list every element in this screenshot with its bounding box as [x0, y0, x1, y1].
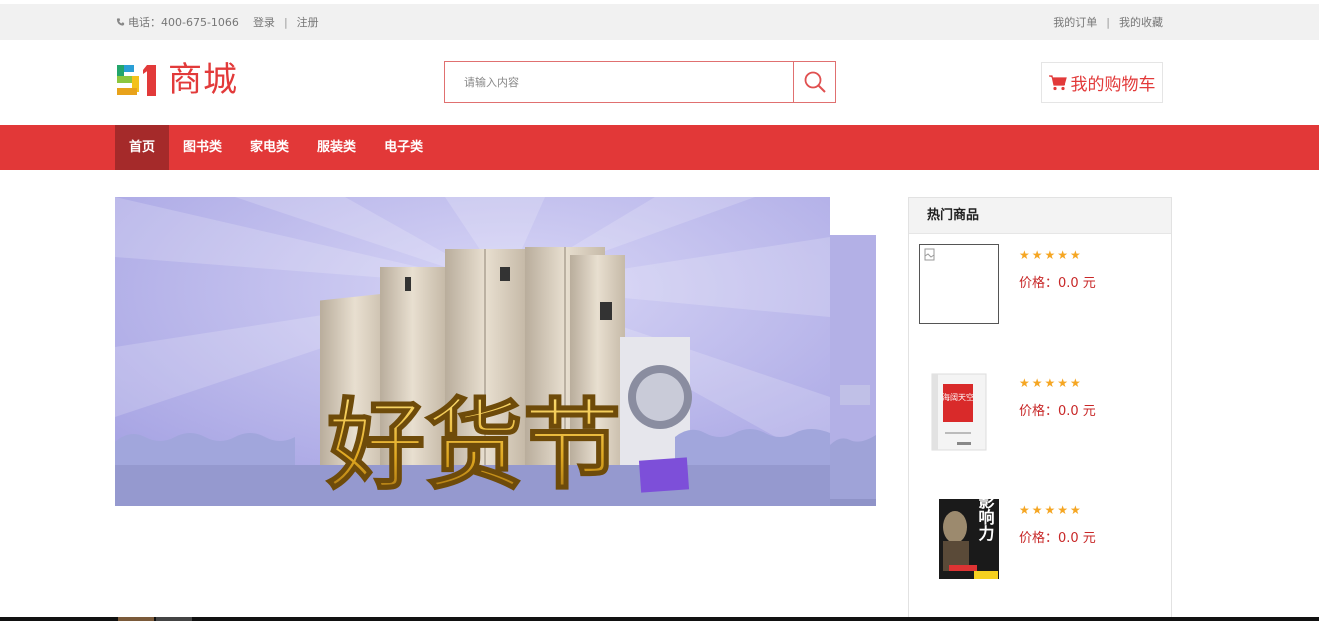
login-link[interactable]: 登录: [253, 14, 275, 30]
search-input[interactable]: [445, 62, 793, 102]
phone-icon: [116, 18, 125, 26]
hot-product-item[interactable]: 海阔天空 ★★★★★ 价格：0.0 元: [919, 372, 1163, 454]
nav-item-home[interactable]: 首页: [115, 125, 170, 170]
top-bar-left: 电话：400-675-1066 登录 | 注册: [116, 14, 319, 30]
search-button[interactable]: [793, 62, 835, 102]
bottom-edge: [0, 617, 1319, 621]
hot-product-item[interactable]: 影响力 ★★★★★ 价格：0.0 元: [919, 492, 1163, 581]
logo-mark-icon: [117, 65, 156, 96]
promo-banner[interactable]: 好货节: [115, 197, 876, 506]
book-cover-icon: 影响力: [939, 492, 999, 581]
product-image[interactable]: 影响力: [919, 492, 999, 581]
my-orders-link[interactable]: 我的订单: [1053, 14, 1097, 30]
search-box: [444, 61, 836, 103]
svg-text:海阔天空: 海阔天空: [942, 392, 974, 402]
main-nav: 首页 图书类 家电类 服装类 电子类: [0, 125, 1319, 170]
nav-item-electronics[interactable]: 电子类: [370, 125, 437, 170]
product-price: 价格：0.0 元: [1019, 404, 1096, 419]
top-bar-right: 我的订单 | 我的收藏: [1053, 14, 1163, 30]
my-cart-button[interactable]: 我的购物车: [1041, 62, 1163, 103]
rating-stars: ★★★★★: [1019, 376, 1083, 390]
separator: |: [1106, 15, 1110, 29]
banner-slide: 好货节: [115, 197, 830, 506]
banner-illustration: 好货节: [115, 197, 830, 506]
header: 商城 我的购物车: [0, 40, 1319, 125]
logo-text: 商城: [168, 60, 238, 100]
nav-item-books[interactable]: 图书类: [169, 125, 236, 170]
cart-icon: [1048, 74, 1067, 90]
hot-products-title: 热门商品: [909, 198, 1171, 234]
svg-text:影响力: 影响力: [976, 499, 995, 542]
separator: |: [283, 15, 288, 29]
broken-image-icon: [924, 248, 935, 261]
register-link[interactable]: 注册: [297, 14, 319, 30]
cart-label: 我的购物车: [1070, 75, 1156, 95]
logo[interactable]: 商城: [116, 62, 238, 98]
product-image[interactable]: 海阔天空: [919, 372, 999, 452]
phone-number: 电话：400-675-1066: [128, 16, 239, 29]
product-price: 价格：0.0 元: [1019, 531, 1096, 546]
product-image[interactable]: [919, 244, 999, 324]
nav-item-clothing[interactable]: 服装类: [303, 125, 370, 170]
hot-products-panel: 热门商品 ★★★★★ 价格：0.0 元 海阔天空 ★★★★★ 价格：0.0 元: [908, 197, 1172, 621]
book-cover-icon: 海阔天空: [931, 373, 987, 451]
banner-headline: 好货节: [326, 389, 621, 503]
banner-next-slide: [830, 235, 876, 506]
my-favorites-link[interactable]: 我的收藏: [1119, 14, 1163, 30]
search-icon: [804, 71, 826, 93]
rating-stars: ★★★★★: [1019, 503, 1083, 517]
rating-stars: ★★★★★: [1019, 248, 1083, 262]
hot-product-item[interactable]: ★★★★★ 价格：0.0 元: [919, 244, 1163, 326]
product-price: 价格：0.0 元: [1019, 276, 1096, 291]
top-bar: 电话：400-675-1066 登录 | 注册 我的订单 | 我的收藏: [0, 4, 1319, 40]
nav-item-appliances[interactable]: 家电类: [236, 125, 303, 170]
